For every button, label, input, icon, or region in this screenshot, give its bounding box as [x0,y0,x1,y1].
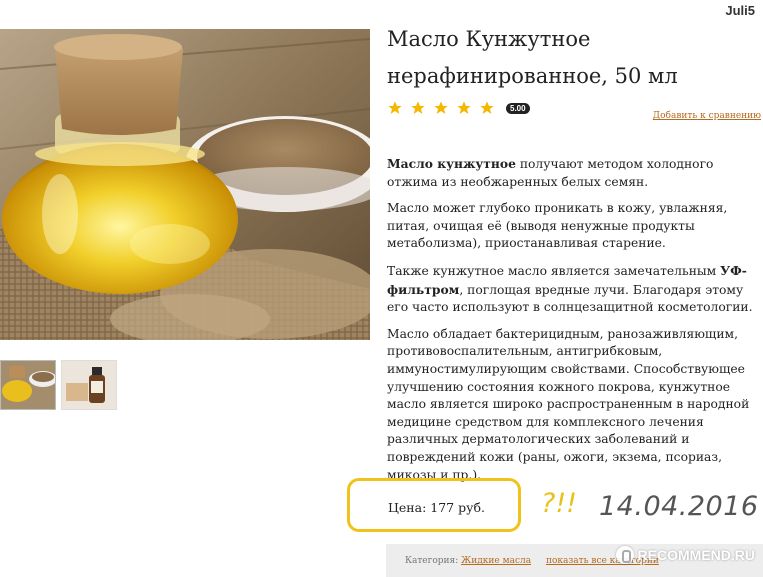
thumbnail-bottle-image [62,361,116,409]
description-paragraph-1: Масло кунжутное получают методом холодно… [387,155,757,191]
description-bold-term: Масло кунжутное [387,156,516,171]
rating-stars: 5.00 [387,99,530,117]
handwritten-date-annotation: 14.04.2016 [599,491,759,522]
watermark-text: RECOMMEND.RU [637,547,755,563]
recommend-logo-icon [615,546,634,564]
product-photo [0,29,370,340]
add-to-compare-link[interactable]: Добавить к сравнению [653,111,761,121]
product-main-image[interactable] [0,29,370,340]
star-icon [434,101,448,114]
watermark: RECOMMEND.RU [615,546,755,564]
star-icon [480,101,494,114]
price-label: Цена: 177 руб. [388,500,485,515]
rating-badge: 5.00 [506,102,530,114]
star-icon [411,101,425,114]
handwritten-question-annotation: ?!! [541,488,577,519]
star-icon [388,101,402,114]
user-tag: Juli5 [725,3,755,18]
thumbnail-1[interactable] [0,360,56,410]
product-description: Масло кунжутное получают методом холодно… [387,155,757,493]
description-paragraph-2: Масло может глубоко проникать в кожу, ув… [387,201,728,251]
description-paragraph-4: Масло обладает бактерицидным, ранозаживл… [387,326,750,482]
description-text: Также кунжутное масло является замечател… [387,263,721,278]
category-label: Категория: [405,556,459,566]
star-icon [457,101,471,114]
description-paragraph-3: Также кунжутное масло является замечател… [387,262,757,317]
category-link[interactable]: Жидкие масла [461,556,531,566]
product-title: Масло Кунжутное нерафинированное, 50 мл [387,27,678,88]
thumbnail-2[interactable] [61,360,117,410]
thumbnail-oil-jar-image [1,361,55,409]
